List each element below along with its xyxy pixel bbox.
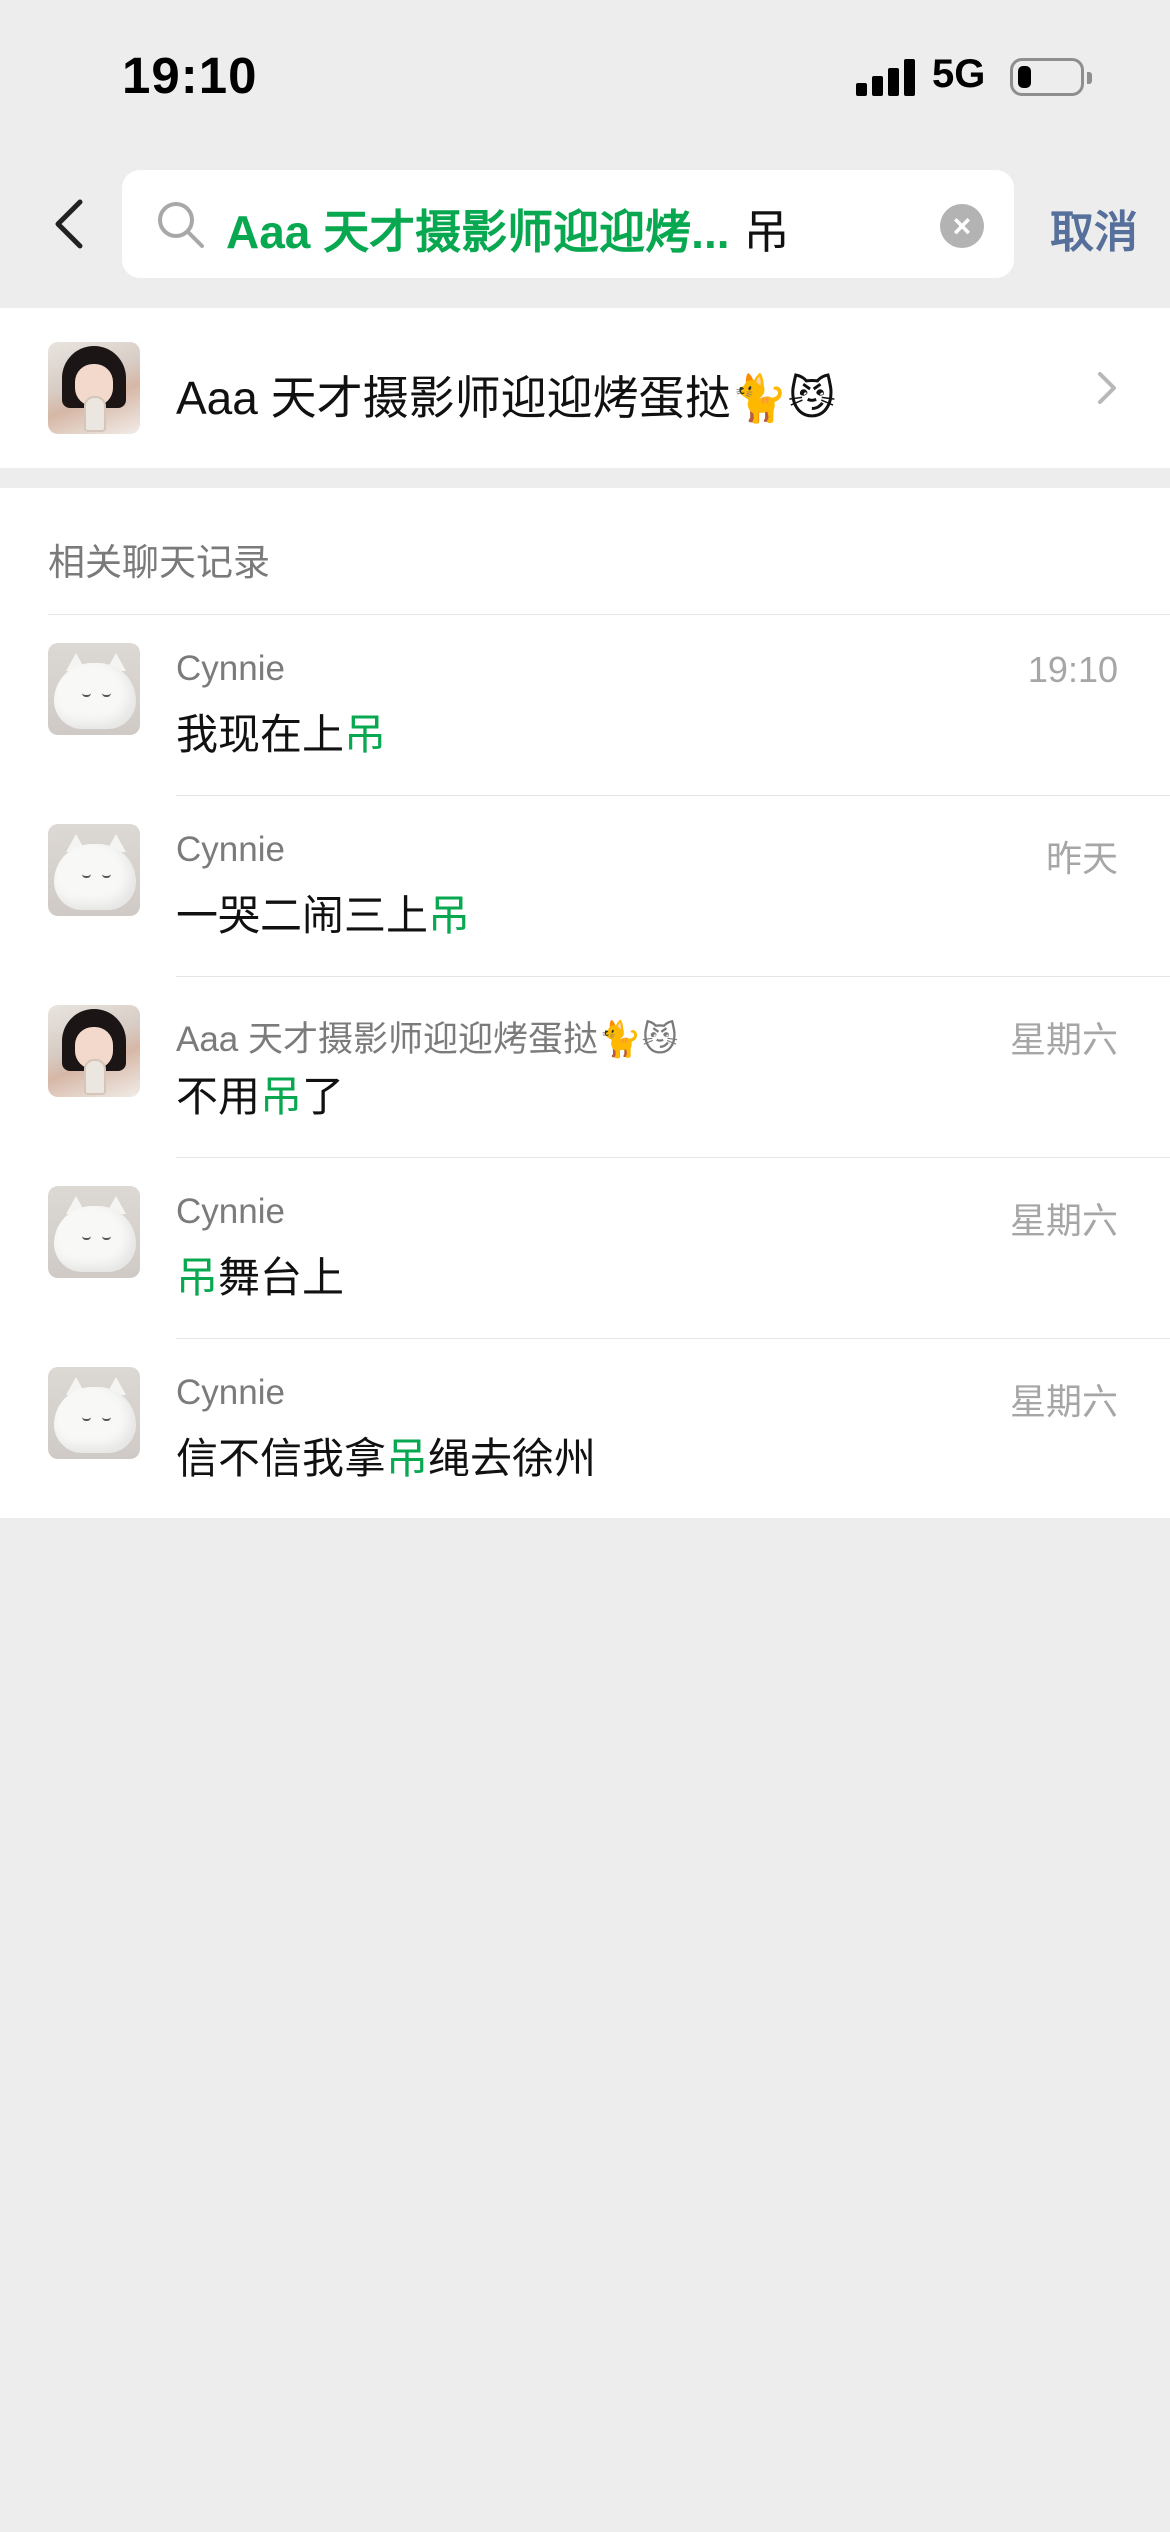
- highlighted-term: 吊: [386, 1435, 429, 1482]
- search-query: Aaa 天才摄影师迎迎烤... 吊: [226, 196, 790, 262]
- message-text: 不用吊了: [176, 1073, 345, 1120]
- network-type: 5G: [932, 52, 986, 96]
- message-text: 吊舞台上: [176, 1254, 345, 1301]
- highlighted-term: 吊: [428, 892, 471, 939]
- contact-result[interactable]: Aaa 天才摄影师迎迎烤蛋挞🐈😼: [0, 308, 1170, 468]
- search-bar: Aaa 天才摄影师迎迎烤... 吊 × 取消: [0, 170, 1170, 280]
- avatar: [48, 1367, 140, 1459]
- sender-name: Cynnie: [176, 1192, 285, 1231]
- search-term: 吊: [743, 206, 790, 258]
- highlighted-term: 吊: [176, 1254, 219, 1301]
- sender-name: Cynnie: [176, 1373, 285, 1412]
- message-time: 19:10: [1027, 649, 1118, 690]
- chat-record-row[interactable]: Cynnie 昨天 一哭二闹三上吊: [0, 796, 1170, 977]
- avatar: [48, 1005, 140, 1097]
- clear-search-icon[interactable]: ×: [940, 204, 984, 248]
- avatar: [48, 824, 140, 916]
- sender-name: Cynnie: [176, 649, 285, 688]
- status-bar: 19:10 5G: [0, 0, 1170, 150]
- battery-icon: [1010, 58, 1092, 96]
- chevron-right-icon: [1098, 372, 1116, 404]
- search-contact-chip[interactable]: Aaa 天才摄影师迎迎烤...: [226, 206, 730, 258]
- contact-name: Aaa 天才摄影师迎迎烤蛋挞🐈😼: [176, 372, 836, 424]
- back-arrow-icon[interactable]: [44, 194, 104, 254]
- cancel-button[interactable]: 取消: [1050, 196, 1138, 260]
- chat-record-row[interactable]: Cynnie 星期六 吊舞台上: [0, 1158, 1170, 1339]
- avatar: [48, 643, 140, 735]
- chat-records-section: 相关聊天记录 Cynnie 19:10 我现在上吊 Cynnie 昨天 一哭二闹…: [0, 488, 1170, 1518]
- search-icon: [158, 202, 204, 248]
- highlighted-term: 吊: [344, 711, 387, 758]
- chat-record-row[interactable]: Aaa 天才摄影师迎迎烤蛋挞🐈😼 星期六 不用吊了: [0, 977, 1170, 1158]
- highlighted-term: 吊: [260, 1073, 303, 1120]
- message-time: 星期六: [1009, 1381, 1118, 1422]
- message-time: 星期六: [1009, 1200, 1118, 1241]
- avatar: [48, 342, 140, 434]
- message-text: 我现在上吊: [176, 711, 387, 758]
- avatar: [48, 1186, 140, 1278]
- section-title: 相关聊天记录: [48, 542, 270, 583]
- message-time: 昨天: [1045, 838, 1118, 879]
- message-text: 信不信我拿吊绳去徐州: [176, 1435, 597, 1482]
- sender-name: Aaa 天才摄影师迎迎烤蛋挞🐈😼: [176, 1020, 679, 1059]
- search-input[interactable]: Aaa 天才摄影师迎迎烤... 吊 ×: [122, 170, 1014, 278]
- message-time: 星期六: [1009, 1019, 1118, 1060]
- sender-name: Cynnie: [176, 830, 285, 869]
- message-text: 一哭二闹三上吊: [176, 892, 471, 939]
- chat-record-row[interactable]: Cynnie 星期六 信不信我拿吊绳去徐州: [0, 1339, 1170, 1520]
- signal-icon: [856, 58, 916, 96]
- status-time: 19:10: [122, 47, 258, 104]
- chat-record-row[interactable]: Cynnie 19:10 我现在上吊: [0, 615, 1170, 796]
